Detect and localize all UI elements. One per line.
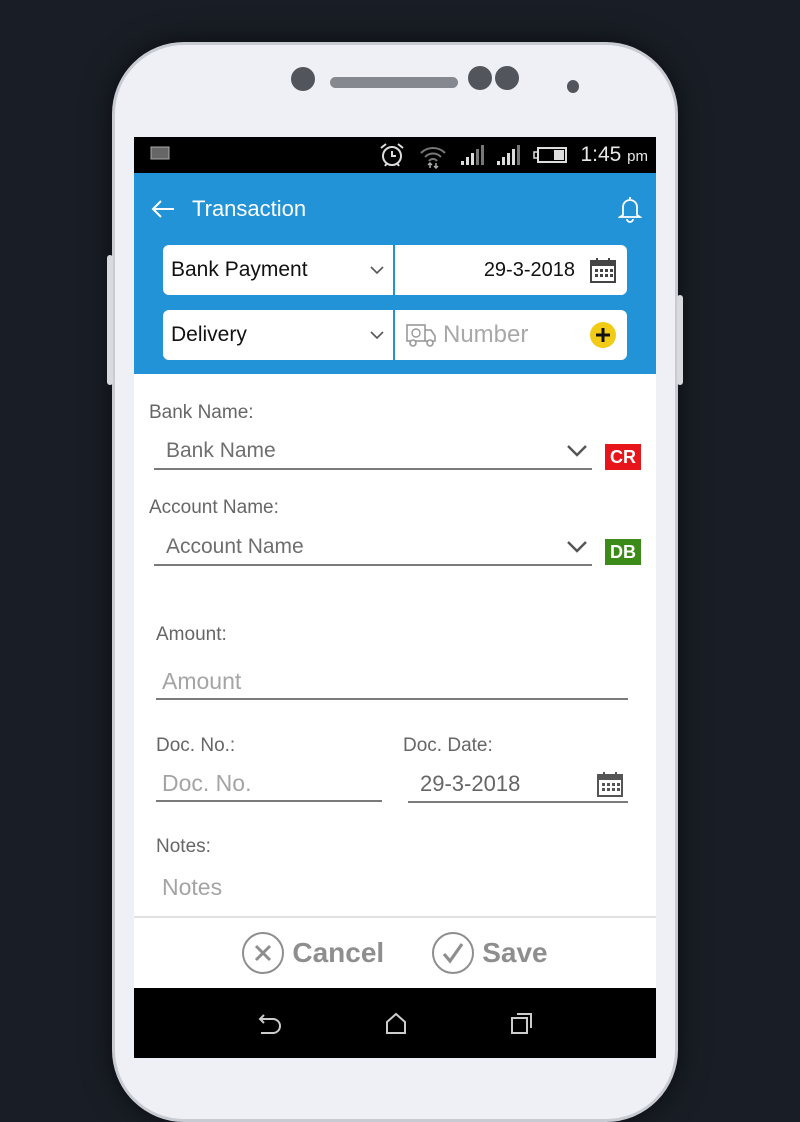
account-name-select[interactable]: Account Name: [154, 530, 592, 566]
doc-no-input[interactable]: Doc. No.: [156, 766, 382, 802]
home-icon[interactable]: [384, 1011, 408, 1035]
earpiece-speaker: [330, 77, 458, 88]
volume-button: [107, 255, 113, 385]
bank-name-select[interactable]: Bank Name: [154, 434, 592, 470]
debit-badge: DB: [605, 539, 641, 565]
notes-input[interactable]: Notes: [156, 874, 628, 910]
delivery-truck-icon: [406, 324, 436, 347]
cancel-button[interactable]: Cancel: [242, 932, 384, 974]
notification-icon: [150, 146, 170, 159]
led-indicator: [567, 80, 579, 93]
front-camera: [291, 67, 315, 91]
date-field[interactable]: 29-3-2018: [395, 245, 627, 295]
bell-icon[interactable]: [618, 195, 642, 223]
alarm-icon: [380, 143, 405, 167]
delivery-mode-select[interactable]: Delivery: [163, 310, 395, 360]
clock: 1:45 pm: [580, 143, 648, 166]
transaction-form: Bank Name: Bank Name CR Account Name: Ac…: [134, 374, 656, 916]
page-title: Transaction: [192, 196, 307, 221]
save-button[interactable]: Save: [432, 932, 548, 974]
power-button: [677, 295, 683, 385]
add-icon[interactable]: [589, 321, 617, 349]
chevron-down-icon: [370, 266, 384, 275]
back-arrow-icon[interactable]: [150, 198, 176, 220]
doc-date-input[interactable]: 29-3-2018: [408, 767, 628, 803]
calendar-icon[interactable]: [596, 770, 624, 798]
transaction-type-select[interactable]: Bank Payment: [163, 245, 395, 295]
sensor: [468, 66, 492, 90]
signal-icon: [461, 145, 485, 165]
type-date-row: Bank Payment 29-3-2018: [163, 245, 627, 295]
credit-badge: CR: [605, 444, 641, 470]
status-bar: 1:45 pm: [134, 137, 656, 173]
recents-icon[interactable]: [509, 1010, 535, 1036]
sensor: [495, 66, 519, 90]
phone-screen: 1:45 pm Transaction Bank Payment 29-3-20…: [134, 137, 656, 1058]
navigation-bar: [134, 988, 656, 1058]
account-name-label: Account Name:: [149, 497, 279, 518]
notes-label: Notes:: [156, 836, 211, 857]
amount-input[interactable]: Amount: [156, 664, 628, 700]
chevron-down-icon: [370, 331, 384, 340]
amount-label: Amount:: [156, 624, 227, 645]
signal-icon: [497, 145, 521, 165]
back-icon[interactable]: [255, 1011, 283, 1035]
close-circle-icon: [242, 932, 285, 974]
chevron-down-icon: [567, 541, 587, 553]
wifi-icon: [420, 147, 447, 169]
battery-icon: [533, 147, 568, 163]
chevron-down-icon: [567, 445, 587, 457]
doc-no-label: Doc. No.:: [156, 735, 236, 756]
action-bar: Cancel Save: [134, 916, 656, 988]
check-circle-icon: [432, 932, 475, 974]
app-bar: Transaction Bank Payment 29-3-2018 Deliv…: [134, 173, 656, 374]
number-input[interactable]: Number: [395, 310, 627, 360]
doc-date-label: Doc. Date:: [403, 735, 493, 756]
calendar-icon[interactable]: [589, 256, 617, 284]
mode-number-row: Delivery Number: [163, 310, 627, 360]
bank-name-label: Bank Name:: [149, 402, 254, 423]
